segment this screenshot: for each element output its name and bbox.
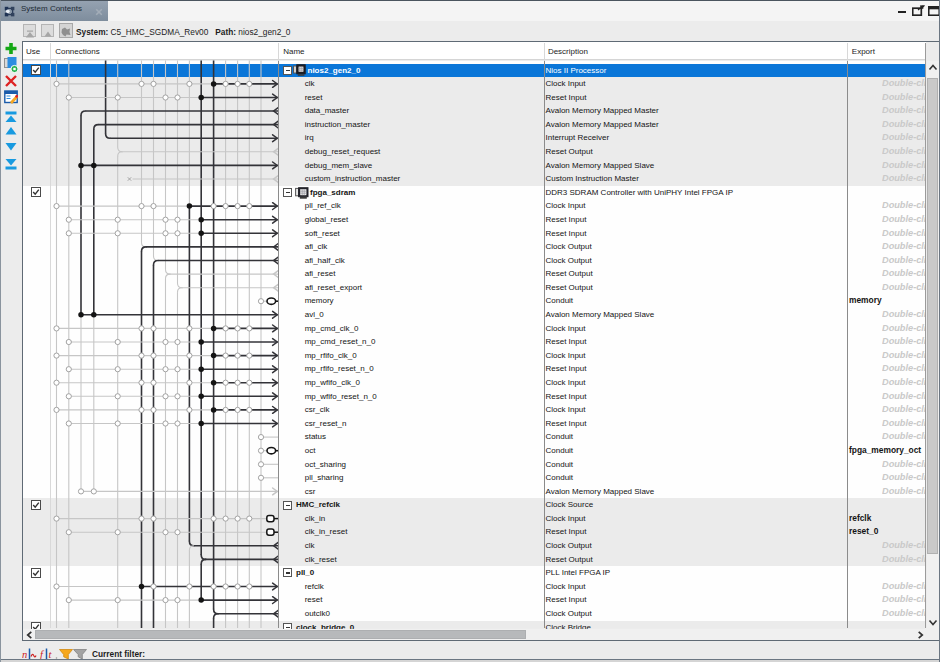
svg-text:f: f — [40, 648, 45, 659]
svg-text:t: t — [49, 648, 53, 659]
svg-text:n: n — [22, 648, 27, 659]
